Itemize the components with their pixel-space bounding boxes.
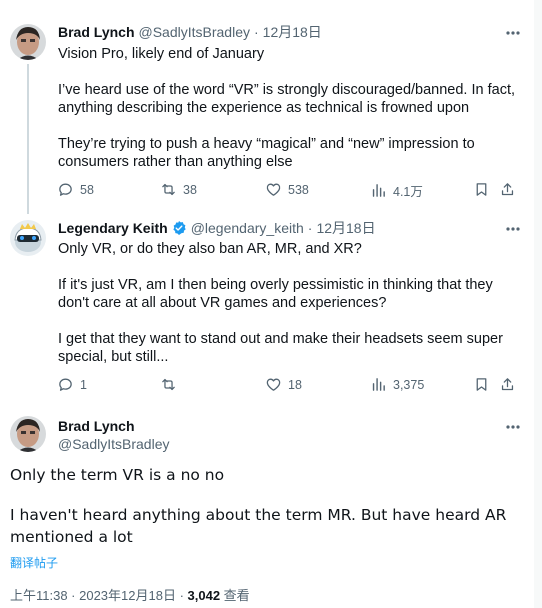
views-icon [372, 184, 385, 197]
scrollbar[interactable] [534, 0, 542, 608]
author-name[interactable]: Brad Lynch [58, 418, 135, 434]
tweet-paragraph: Only VR, or do they also ban AR, MR, and… [58, 241, 362, 257]
tweet-header: Legendary Keith @legendary_keith · 12月18… [58, 218, 376, 238]
author-name[interactable]: Legendary Keith [58, 220, 168, 236]
more-options-icon[interactable] [504, 24, 522, 42]
author-handle[interactable]: @legendary_keith [191, 220, 304, 236]
verified-badge-icon [173, 221, 186, 235]
reply-icon [59, 378, 72, 391]
timestamp[interactable]: 上午11:38 · 2023年12月18日 · [10, 588, 188, 603]
reply-button[interactable]: 1 [57, 376, 87, 393]
share-button[interactable] [499, 181, 516, 198]
like-count: 538 [288, 182, 309, 197]
bookmark-icon [476, 378, 487, 391]
tweet-paragraph: Only the term VR is a no no [10, 466, 225, 484]
repost-icon [162, 378, 175, 391]
tweet-paragraph: I’ve heard use of the word “VR” is stron… [58, 82, 515, 116]
bookmark-button[interactable] [473, 181, 490, 198]
like-count: 18 [288, 377, 302, 392]
author-name-row: Brad Lynch [58, 416, 135, 436]
repost-count: 38 [183, 182, 197, 197]
author-handle[interactable]: @SadlyItsBradley [58, 436, 169, 452]
action-bar: 58 38 538 4.1万 [55, 181, 523, 201]
repost-icon [162, 183, 175, 196]
tweet-header: Brad Lynch @SadlyItsBradley · 12月18日 [58, 22, 322, 42]
repost-button[interactable]: 38 [160, 181, 197, 198]
more-options-icon[interactable] [504, 220, 522, 238]
tweet-1[interactable]: Brad Lynch @SadlyItsBradley · 12月18日 Vis… [0, 0, 534, 214]
tweet-2[interactable]: Legendary Keith @legendary_keith · 12月18… [0, 212, 534, 404]
reply-count: 58 [80, 182, 94, 197]
heart-icon [266, 183, 281, 196]
heart-icon [266, 378, 281, 391]
share-button[interactable] [499, 376, 516, 393]
tweet-text: Vision Pro, likely end of January I’ve h… [58, 45, 518, 171]
tweet-paragraph: I get that they want to stand out and ma… [58, 331, 503, 365]
action-bar: 1 18 3,375 [55, 376, 523, 396]
avatar-brad-lynch[interactable] [10, 416, 46, 452]
author-handle[interactable]: @SadlyItsBradley [139, 24, 250, 40]
bookmark-icon [476, 183, 487, 196]
avatar-brad-lynch[interactable] [10, 24, 46, 60]
author-handle-row: @SadlyItsBradley [58, 434, 169, 454]
tweet-text: Only VR, or do they also ban AR, MR, and… [58, 240, 518, 366]
tweet-text: Only the term VR is a no no I haven't he… [10, 464, 520, 548]
more-options-icon[interactable] [504, 418, 522, 436]
reply-count: 1 [80, 377, 87, 392]
tweet-date[interactable]: 12月18日 [316, 218, 375, 238]
translate-link[interactable]: 翻译帖子 [10, 554, 58, 571]
thread-line [27, 64, 29, 214]
tweet-paragraph: They’re trying to push a heavy “magical”… [58, 136, 475, 170]
tweet-date[interactable]: 12月18日 [263, 22, 322, 42]
share-icon [501, 378, 514, 391]
main-tweet: Brad Lynch @SadlyItsBradley Only the ter… [0, 404, 534, 608]
views-icon [372, 378, 385, 391]
views-count: 3,375 [393, 377, 425, 392]
author-name[interactable]: Brad Lynch [58, 24, 135, 40]
views-count: 4.1万 [393, 185, 423, 199]
tweet-meta: 上午11:38 · 2023年12月18日 · 3,042 查看 [10, 585, 250, 604]
share-icon [501, 183, 514, 196]
views-label: 查看 [220, 588, 250, 603]
views-button[interactable]: 4.1万 [370, 181, 423, 200]
separator-dot: · [253, 24, 259, 40]
views-count: 3,042 [187, 588, 221, 603]
avatar-legendary-keith[interactable] [10, 220, 46, 256]
tweet-paragraph: Vision Pro, likely end of January [58, 46, 265, 62]
reply-button[interactable]: 58 [57, 181, 94, 198]
bookmark-button[interactable] [473, 376, 490, 393]
tweet-paragraph: I haven't heard anything about the term … [10, 506, 507, 546]
separator-dot: · [307, 220, 313, 236]
views-button[interactable]: 3,375 [370, 376, 424, 393]
reply-icon [59, 183, 72, 196]
like-button[interactable]: 18 [265, 376, 302, 393]
like-button[interactable]: 538 [265, 181, 309, 198]
repost-button[interactable] [160, 376, 183, 393]
tweet-paragraph: If it's just VR, am I then being overly … [58, 277, 493, 311]
